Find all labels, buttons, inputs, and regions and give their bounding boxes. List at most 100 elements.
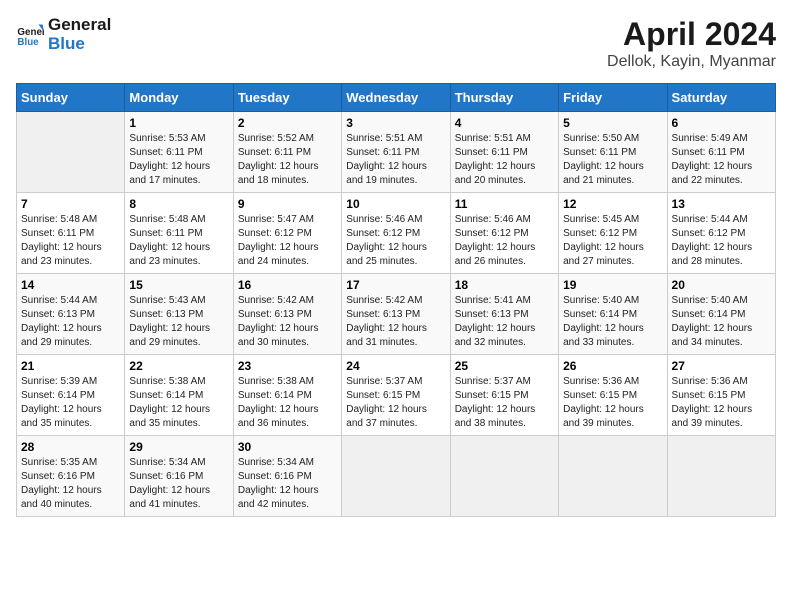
svg-text:Blue: Blue xyxy=(17,36,39,47)
header-cell-tuesday: Tuesday xyxy=(233,84,341,112)
day-info: Sunrise: 5:52 AMSunset: 6:11 PMDaylight:… xyxy=(238,132,337,188)
logo-icon: General Blue xyxy=(16,21,44,49)
day-cell: 25 Sunrise: 5:37 AMSunset: 6:15 PMDayligh… xyxy=(450,355,558,436)
day-number: 30 xyxy=(238,440,337,454)
day-cell: 19 Sunrise: 5:40 AMSunset: 6:14 PMDayligh… xyxy=(559,274,667,355)
page-subtitle: Dellok, Kayin, Myanmar xyxy=(607,53,776,71)
day-cell: 26 Sunrise: 5:36 AMSunset: 6:15 PMDayligh… xyxy=(559,355,667,436)
day-info: Sunrise: 5:41 AMSunset: 6:13 PMDaylight:… xyxy=(455,294,554,350)
day-cell: 24Sunrise: 5:37 AMSunset: 6:15 PMDayligh… xyxy=(342,355,450,436)
day-cell: 15 Sunrise: 5:43 AMSunset: 6:13 PMDayligh… xyxy=(125,274,233,355)
day-number: 19 xyxy=(563,278,662,292)
day-number: 6 xyxy=(672,116,771,130)
day-info: Sunrise: 5:38 AMSunset: 6:14 PMDaylight:… xyxy=(238,375,337,431)
day-cell: 18 Sunrise: 5:41 AMSunset: 6:13 PMDayligh… xyxy=(450,274,558,355)
day-number: 3 xyxy=(346,116,445,130)
day-number: 9 xyxy=(238,197,337,211)
page-header: General Blue General Blue April 2024 Del… xyxy=(16,16,776,71)
day-cell xyxy=(17,112,125,193)
day-cell: 14Sunrise: 5:44 AMSunset: 6:13 PMDayligh… xyxy=(17,274,125,355)
day-info: Sunrise: 5:51 AMSunset: 6:11 PMDaylight:… xyxy=(455,132,554,188)
day-cell: 9 Sunrise: 5:47 AMSunset: 6:12 PMDaylight… xyxy=(233,193,341,274)
day-number: 18 xyxy=(455,278,554,292)
day-number: 22 xyxy=(129,359,228,373)
day-cell: 6 Sunrise: 5:49 AMSunset: 6:11 PMDaylight… xyxy=(667,112,775,193)
day-cell: 17Sunrise: 5:42 AMSunset: 6:13 PMDayligh… xyxy=(342,274,450,355)
day-cell: 5Sunrise: 5:50 AMSunset: 6:11 PMDaylight… xyxy=(559,112,667,193)
day-cell: 22 Sunrise: 5:38 AMSunset: 6:14 PMDayligh… xyxy=(125,355,233,436)
day-cell: 13Sunrise: 5:44 AMSunset: 6:12 PMDayligh… xyxy=(667,193,775,274)
calendar-table: SundayMondayTuesdayWednesdayThursdayFrid… xyxy=(16,83,776,517)
day-cell: 21Sunrise: 5:39 AMSunset: 6:14 PMDayligh… xyxy=(17,355,125,436)
day-info: Sunrise: 5:49 AMSunset: 6:11 PMDaylight:… xyxy=(672,132,771,188)
header-cell-monday: Monday xyxy=(125,84,233,112)
header-cell-wednesday: Wednesday xyxy=(342,84,450,112)
page-title: April 2024 xyxy=(607,16,776,53)
week-row-1: 1 Sunrise: 5:53 AMSunset: 6:11 PMDaylight… xyxy=(17,112,776,193)
day-info: Sunrise: 5:40 AMSunset: 6:14 PMDaylight:… xyxy=(672,294,771,350)
day-cell xyxy=(342,436,450,517)
header-cell-friday: Friday xyxy=(559,84,667,112)
day-info: Sunrise: 5:37 AMSunset: 6:15 PMDaylight:… xyxy=(346,375,445,431)
day-number: 14 xyxy=(21,278,120,292)
day-cell: 2 Sunrise: 5:52 AMSunset: 6:11 PMDaylight… xyxy=(233,112,341,193)
week-row-4: 21Sunrise: 5:39 AMSunset: 6:14 PMDayligh… xyxy=(17,355,776,436)
day-info: Sunrise: 5:45 AMSunset: 6:12 PMDaylight:… xyxy=(563,213,662,269)
header-cell-saturday: Saturday xyxy=(667,84,775,112)
day-number: 7 xyxy=(21,197,120,211)
day-number: 17 xyxy=(346,278,445,292)
day-info: Sunrise: 5:42 AMSunset: 6:13 PMDaylight:… xyxy=(238,294,337,350)
day-cell: 30Sunrise: 5:34 AMSunset: 6:16 PMDayligh… xyxy=(233,436,341,517)
day-info: Sunrise: 5:46 AMSunset: 6:12 PMDaylight:… xyxy=(455,213,554,269)
header-row: SundayMondayTuesdayWednesdayThursdayFrid… xyxy=(17,84,776,112)
day-number: 26 xyxy=(563,359,662,373)
day-number: 27 xyxy=(672,359,771,373)
day-info: Sunrise: 5:38 AMSunset: 6:14 PMDaylight:… xyxy=(129,375,228,431)
day-cell: 23Sunrise: 5:38 AMSunset: 6:14 PMDayligh… xyxy=(233,355,341,436)
day-info: Sunrise: 5:37 AMSunset: 6:15 PMDaylight:… xyxy=(455,375,554,431)
day-cell: 1 Sunrise: 5:53 AMSunset: 6:11 PMDaylight… xyxy=(125,112,233,193)
day-number: 15 xyxy=(129,278,228,292)
day-cell: 12 Sunrise: 5:45 AMSunset: 6:12 PMDayligh… xyxy=(559,193,667,274)
day-info: Sunrise: 5:51 AMSunset: 6:11 PMDaylight:… xyxy=(346,132,445,188)
day-number: 10 xyxy=(346,197,445,211)
week-row-2: 7 Sunrise: 5:48 AMSunset: 6:11 PMDaylight… xyxy=(17,193,776,274)
header-cell-sunday: Sunday xyxy=(17,84,125,112)
day-cell: 8 Sunrise: 5:48 AMSunset: 6:11 PMDaylight… xyxy=(125,193,233,274)
day-info: Sunrise: 5:53 AMSunset: 6:11 PMDaylight:… xyxy=(129,132,228,188)
day-cell: 20 Sunrise: 5:40 AMSunset: 6:14 PMDayligh… xyxy=(667,274,775,355)
day-info: Sunrise: 5:34 AMSunset: 6:16 PMDaylight:… xyxy=(129,456,228,512)
day-info: Sunrise: 5:47 AMSunset: 6:12 PMDaylight:… xyxy=(238,213,337,269)
day-number: 29 xyxy=(129,440,228,454)
day-number: 16 xyxy=(238,278,337,292)
day-number: 25 xyxy=(455,359,554,373)
day-info: Sunrise: 5:48 AMSunset: 6:11 PMDaylight:… xyxy=(21,213,120,269)
day-info: Sunrise: 5:36 AMSunset: 6:15 PMDaylight:… xyxy=(672,375,771,431)
title-block: April 2024 Dellok, Kayin, Myanmar xyxy=(607,16,776,71)
calendar-body: 1 Sunrise: 5:53 AMSunset: 6:11 PMDaylight… xyxy=(17,112,776,517)
day-cell: 4Sunrise: 5:51 AMSunset: 6:11 PMDaylight… xyxy=(450,112,558,193)
day-number: 8 xyxy=(129,197,228,211)
day-info: Sunrise: 5:50 AMSunset: 6:11 PMDaylight:… xyxy=(563,132,662,188)
calendar-header: SundayMondayTuesdayWednesdayThursdayFrid… xyxy=(17,84,776,112)
day-number: 11 xyxy=(455,197,554,211)
logo: General Blue General Blue xyxy=(16,16,111,53)
day-number: 20 xyxy=(672,278,771,292)
day-number: 12 xyxy=(563,197,662,211)
day-info: Sunrise: 5:43 AMSunset: 6:13 PMDaylight:… xyxy=(129,294,228,350)
day-cell: 7 Sunrise: 5:48 AMSunset: 6:11 PMDaylight… xyxy=(17,193,125,274)
header-cell-thursday: Thursday xyxy=(450,84,558,112)
day-info: Sunrise: 5:36 AMSunset: 6:15 PMDaylight:… xyxy=(563,375,662,431)
day-number: 21 xyxy=(21,359,120,373)
day-info: Sunrise: 5:40 AMSunset: 6:14 PMDaylight:… xyxy=(563,294,662,350)
logo-general: General xyxy=(48,16,111,35)
day-cell: 16 Sunrise: 5:42 AMSunset: 6:13 PMDayligh… xyxy=(233,274,341,355)
day-cell: 3 Sunrise: 5:51 AMSunset: 6:11 PMDaylight… xyxy=(342,112,450,193)
day-info: Sunrise: 5:48 AMSunset: 6:11 PMDaylight:… xyxy=(129,213,228,269)
day-number: 1 xyxy=(129,116,228,130)
day-number: 2 xyxy=(238,116,337,130)
day-cell: 29 Sunrise: 5:34 AMSunset: 6:16 PMDayligh… xyxy=(125,436,233,517)
week-row-3: 14Sunrise: 5:44 AMSunset: 6:13 PMDayligh… xyxy=(17,274,776,355)
day-cell: 10Sunrise: 5:46 AMSunset: 6:12 PMDayligh… xyxy=(342,193,450,274)
day-cell xyxy=(559,436,667,517)
